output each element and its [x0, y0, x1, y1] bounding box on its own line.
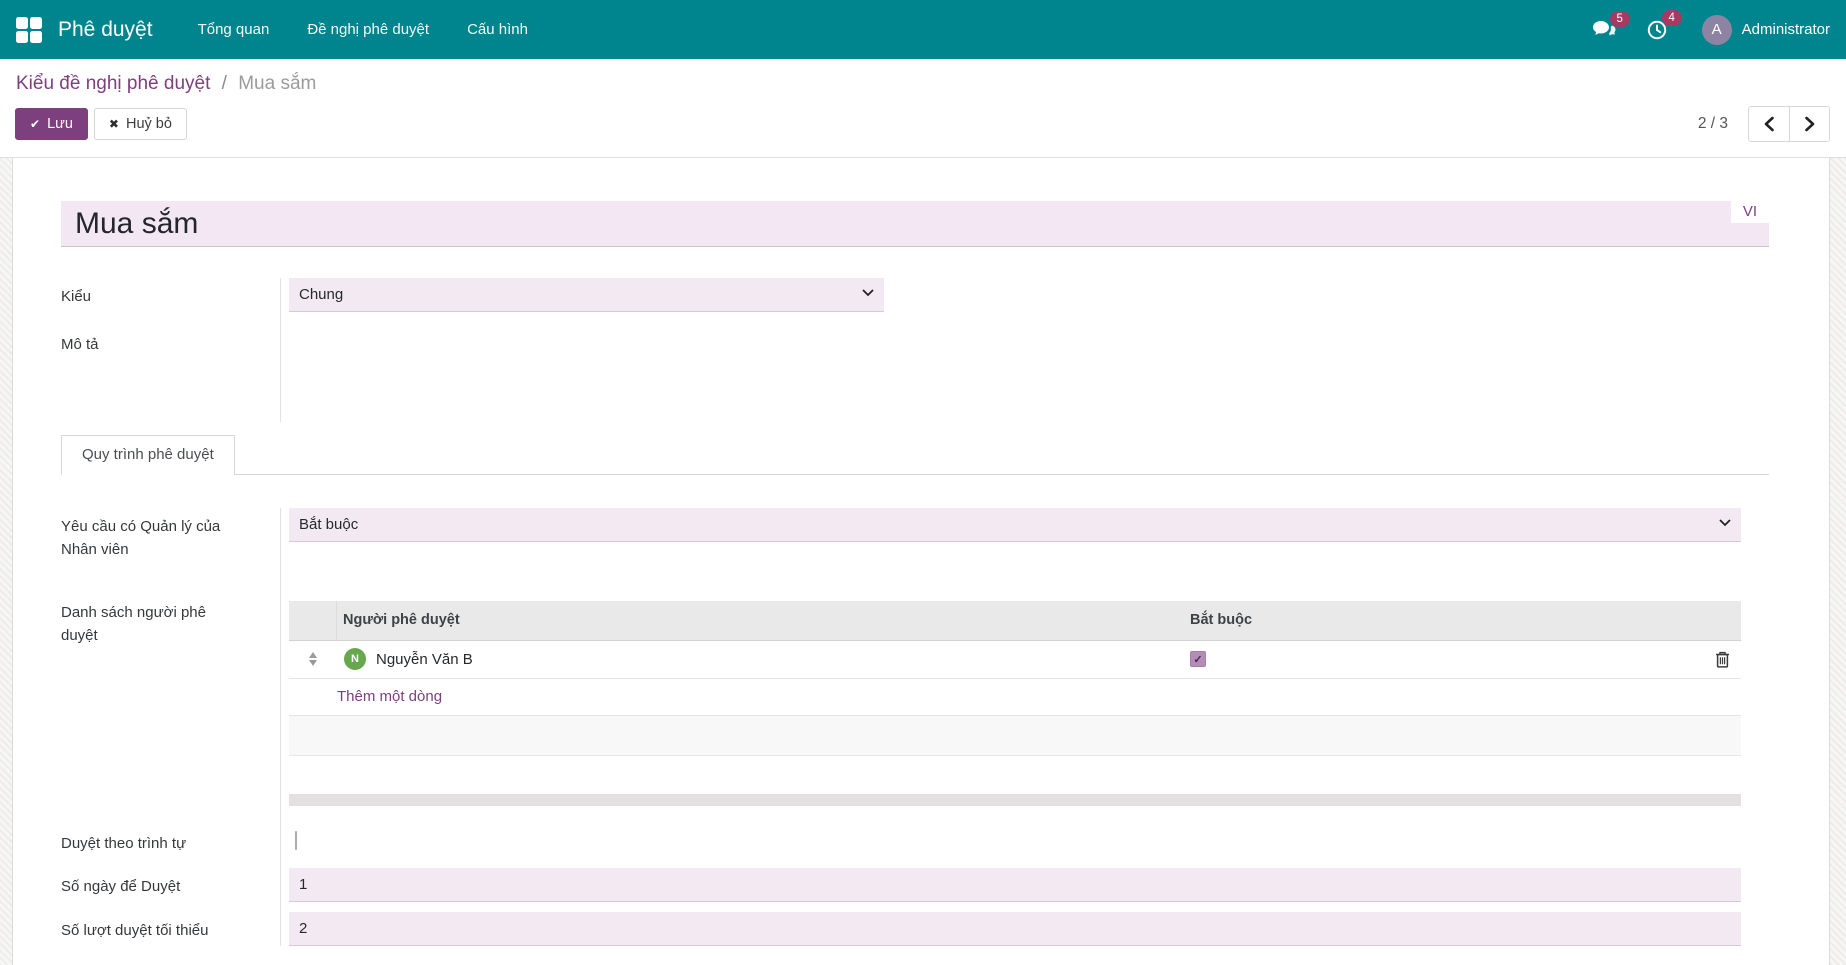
handle-column-header [289, 600, 337, 640]
user-menu[interactable]: A Administrator [1701, 14, 1830, 45]
breadcrumb-parent-link[interactable]: Kiểu đề nghị phê duyệt [16, 73, 210, 94]
pager-next-button[interactable] [1789, 107, 1829, 141]
delete-row-button[interactable] [1703, 651, 1741, 668]
breadcrumb: Kiểu đề nghị phê duyệt / Mua sắm [0, 59, 1846, 97]
empty-table-row [289, 715, 1741, 756]
app-name[interactable]: Phê duyệt [58, 18, 153, 42]
grid-square [30, 16, 42, 29]
column-header-required[interactable]: Bắt buộc [1184, 612, 1703, 628]
sequential-field-cell [280, 805, 1741, 868]
activities-button[interactable]: 4 [1646, 9, 1682, 41]
required-cell: ✓ [1184, 651, 1703, 667]
discard-button-label: Huỷ bỏ [125, 116, 172, 132]
notebook-tabbar: Quy trình phê duyệt [61, 434, 1769, 475]
add-line-link[interactable]: Thêm một dòng [337, 688, 442, 705]
navbar-right: 5 4 A Administrator [1562, 9, 1830, 45]
min-approvals-field-cell: 2 [280, 911, 1741, 946]
manager-approval-select[interactable]: Bắt buộc [289, 508, 1741, 542]
days-input[interactable]: 1 [289, 867, 1741, 902]
type-select-value: Chung [299, 286, 344, 303]
top-field-group: Kiểu Chung Mô tả [61, 278, 1741, 422]
days-field-cell: 1 [280, 867, 1741, 912]
content-background: Mua sắm VI Kiểu Chung Mô tả Quy trình ph… [0, 158, 1846, 965]
table-row[interactable]: N Nguyễn Văn B ✓ [289, 640, 1741, 679]
apps-grid-icon[interactable] [16, 16, 42, 43]
translation-tag[interactable]: VI [1730, 201, 1769, 223]
tab-approval-flow[interactable]: Quy trình phê duyệt [61, 435, 235, 475]
discard-button[interactable]: ✖ Huỷ bỏ [93, 108, 187, 140]
min-approvals-input[interactable]: 2 [289, 911, 1741, 946]
description-textarea[interactable] [280, 326, 1741, 422]
messages-button[interactable]: 5 [1592, 10, 1630, 40]
manager-approval-value: Bắt buộc [299, 516, 359, 533]
tab-content: Yêu cầu có Quản lý của Nhân viên Bắt buộ… [61, 475, 1769, 946]
form-sheet: Mua sắm VI Kiểu Chung Mô tả Quy trình ph… [12, 158, 1830, 965]
control-panel: Kiểu đề nghị phê duyệt / Mua sắm ✔ Lưu ✖… [0, 59, 1846, 158]
title-field-wrap: Mua sắm VI [61, 201, 1769, 247]
save-button[interactable]: ✔ Lưu [15, 108, 88, 140]
breadcrumb-separator: / [221, 73, 227, 94]
grid-square [16, 16, 28, 29]
approver-cell[interactable]: N Nguyễn Văn B [337, 648, 1184, 670]
pager: 2 / 3 [1698, 106, 1830, 142]
nav-item-approval-requests[interactable]: Đề nghị phê duyệt [288, 0, 448, 59]
tab-field-group: Yêu cầu có Quản lý của Nhân viên Bắt buộ… [61, 508, 1741, 946]
chevron-down-icon [1719, 519, 1731, 527]
user-name: Administrator [1741, 21, 1830, 38]
pager-buttons [1748, 106, 1830, 142]
approvers-field-cell: Người phê duyệt Bắt buộc N Nguyễn Văn B … [280, 561, 1741, 806]
description-label: Mô tả [61, 336, 99, 353]
days-label: Số ngày để Duyệt [61, 877, 181, 895]
grid-square [16, 30, 28, 43]
x-icon: ✖ [108, 117, 119, 131]
type-select[interactable]: Chung [289, 278, 884, 312]
sort-down-icon [309, 660, 317, 666]
sort-up-icon [309, 652, 317, 658]
required-checkbox[interactable]: ✓ [1190, 651, 1206, 667]
chevron-down-icon [862, 289, 874, 297]
min-approvals-label: Số lượt duyệt tối thiểu [61, 921, 209, 939]
drag-handle[interactable] [289, 652, 337, 666]
activities-badge: 4 [1661, 9, 1682, 26]
messages-badge: 5 [1609, 10, 1630, 27]
manager-approval-label: Yêu cầu có Quản lý của Nhân viên [61, 518, 221, 559]
chevron-left-icon [1764, 116, 1774, 132]
user-avatar: A [1701, 14, 1732, 45]
grid-square [30, 30, 42, 43]
manager-approval-field-cell: Bắt buộc [280, 508, 1741, 562]
add-line-row: Thêm một dòng [289, 679, 1741, 716]
approvers-table-header: Người phê duyệt Bắt buộc [289, 600, 1741, 641]
top-navbar: Phê duyệt Tổng quan Đề nghị phê duyệt Cấ… [0, 0, 1846, 59]
sequential-checkbox[interactable] [295, 830, 297, 850]
horizontal-scrollbar[interactable] [289, 793, 1741, 806]
pager-previous-button[interactable] [1749, 107, 1789, 141]
sequential-label: Duyệt theo trình tự [61, 834, 187, 852]
nav-item-overview[interactable]: Tổng quan [179, 0, 289, 59]
check-icon: ✔ [30, 117, 41, 131]
save-button-label: Lưu [47, 116, 73, 132]
chevron-right-icon [1804, 116, 1814, 132]
approver-name: Nguyễn Văn B [376, 650, 473, 668]
pager-count: 2 / 3 [1697, 115, 1728, 132]
button-row: ✔ Lưu ✖ Huỷ bỏ 2 / 3 [0, 97, 1846, 157]
approver-avatar: N [344, 648, 366, 670]
approvers-table: Người phê duyệt Bắt buộc N Nguyễn Văn B … [289, 600, 1741, 806]
type-field-cell: Chung [280, 278, 1741, 326]
approvers-list-label: Danh sách người phê duyệt [61, 603, 206, 644]
breadcrumb-current: Mua sắm [238, 73, 317, 94]
type-label: Kiểu [61, 288, 92, 305]
column-header-approver[interactable]: Người phê duyệt [337, 612, 1184, 628]
trash-icon [1715, 651, 1729, 668]
record-title-input[interactable]: Mua sắm [61, 201, 1769, 247]
nav-item-configuration[interactable]: Cấu hình [448, 0, 547, 59]
